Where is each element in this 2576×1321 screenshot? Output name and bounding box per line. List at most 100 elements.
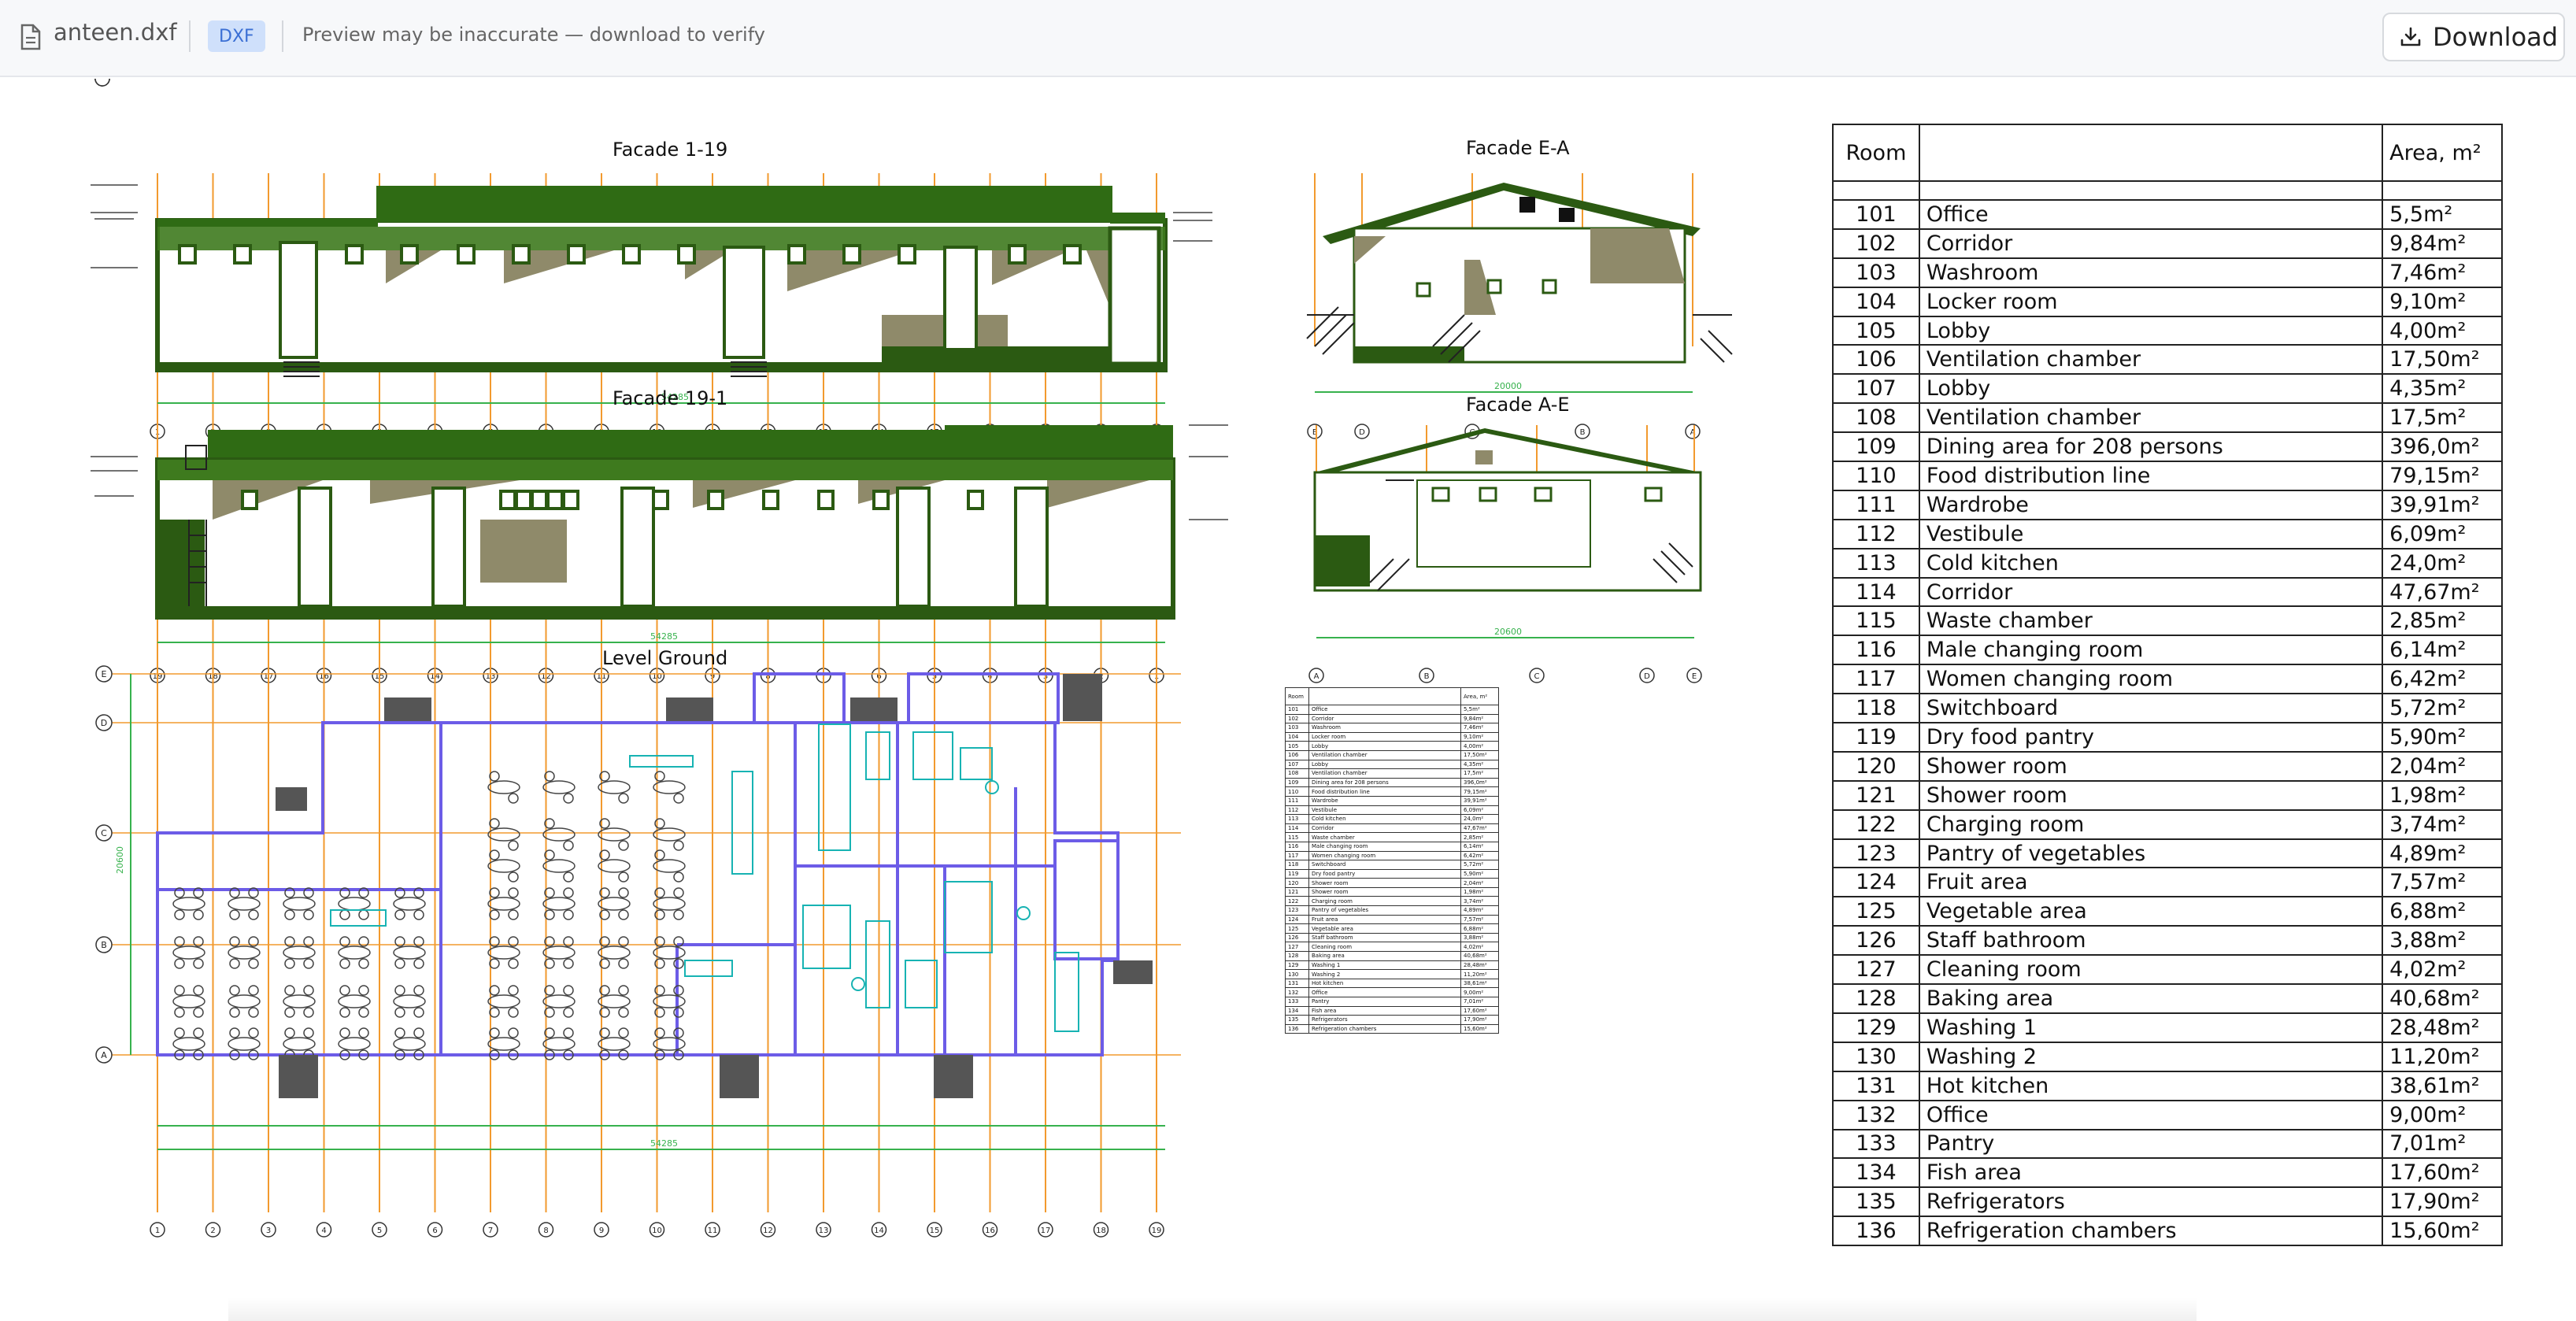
mini-num-cell: 122 [1285,896,1309,907]
plan-walls [156,672,1120,1056]
mini-table-row: 127 Cleaning room 4,02m² [1285,942,1499,953]
mini-area-cell: 9,10m² [1460,731,1499,742]
table-row: 122 Charging room 3,74m² [1832,809,2503,840]
room-name-cell: Shower room [1918,779,2384,811]
table-row: 105 Lobby 4,00m² [1832,315,2503,346]
toolbar-divider [189,20,191,52]
table-row: 101 Office 5,5m² [1832,199,2503,230]
grid-number: 4 [321,1227,326,1235]
mini-name-cell: Pantry of vegetables [1308,905,1461,916]
room-name-cell: Locker room [1918,286,2384,317]
download-button[interactable]: Download [2382,13,2565,61]
svg-text:54285: 54285 [650,631,678,642]
table-row: 131 Hot kitchen 38,61m² [1832,1070,2503,1101]
mini-name-cell: Washing 1 [1308,960,1461,971]
mini-name-cell: Baking area [1308,951,1461,961]
mini-header-area: Area, m² [1460,687,1499,705]
room-name-cell: Office [1918,199,2384,230]
grid-letter: C [1534,672,1540,681]
mini-table-row: 103 Washroom 7,46m² [1285,723,1499,733]
room-name-cell: Wardrobe [1918,489,2384,520]
header-room: Room [1832,124,1920,182]
room-area-cell: 396,0m² [2382,431,2503,463]
room-name-cell: Refrigerators [1918,1186,2384,1218]
mini-num-cell: 129 [1285,960,1309,971]
room-num-cell: 135 [1832,1186,1920,1218]
mini-name-cell: Corridor [1308,713,1461,724]
room-num-cell: 129 [1832,1012,1920,1043]
svg-text:54285: 54285 [650,1138,678,1149]
room-area-cell: 5,90m² [2382,722,2503,753]
room-area-cell: 9,10m² [2382,286,2503,317]
room-num-cell: 101 [1832,199,1920,230]
grid-letter: B [1424,672,1430,681]
grid-number: 5 [377,1227,382,1235]
svg-text:20600: 20600 [1494,627,1522,637]
grid-letter: E [1692,672,1697,681]
table-row: 134 Fish area 17,60m² [1832,1157,2503,1189]
table-row: 108 Ventilation chamber 17,5m² [1832,402,2503,434]
mini-name-cell: Women changing room [1308,850,1461,861]
room-area-table: Room Area, m² 101 Office 5,5m² 102 Corridor 9… [1832,124,2503,1247]
mini-area-cell: 28,48m² [1460,960,1499,971]
room-name-cell: Dining area for 208 persons [1918,431,2384,463]
mini-area-cell: 4,89m² [1460,905,1499,916]
mini-area-cell: 4,02m² [1460,942,1499,953]
mini-table-row: 134 Fish area 17,60m² [1285,1005,1499,1016]
room-area-cell: 40,68m² [2382,983,2503,1014]
mini-num-cell: 118 [1285,860,1309,870]
room-name-cell: Charging room [1918,809,2384,840]
mini-table-row: 120 Shower room 2,04m² [1285,878,1499,888]
room-area-cell: 5,5m² [2382,199,2503,230]
grid-number: 1 [155,1227,160,1235]
mini-area-cell: 9,00m² [1460,987,1499,997]
grid-number: 17 [1041,1227,1051,1235]
room-name-cell: Refrigeration chambers [1918,1216,2384,1247]
room-num-cell: 134 [1832,1157,1920,1189]
mini-name-cell: Dining area for 208 persons [1308,777,1461,788]
mini-table-row: 128 Baking area 40,68m² [1285,951,1499,961]
room-num-cell: 105 [1832,315,1920,346]
room-area-cell: 4,89m² [2382,838,2503,869]
room-name-cell: Ventilation chamber [1918,344,2384,376]
room-area-cell: 17,90m² [2382,1186,2503,1218]
grid-bubble [94,79,110,87]
mini-name-cell: Male changing room [1308,841,1461,852]
room-num-cell: 114 [1832,576,1920,608]
room-area-cell: 38,61m² [2382,1070,2503,1101]
mini-table-row: 126 Staff bathroom 3,88m² [1285,932,1499,943]
room-num-cell: 106 [1832,344,1920,376]
room-area-cell: 3,88m² [2382,925,2503,957]
room-area-cell: 47,67m² [2382,576,2503,608]
table-row: 128 Baking area 40,68m² [1832,983,2503,1014]
mini-name-cell: Office [1308,705,1461,715]
view-title-facade-1-19: Facade 1-19 [613,139,728,161]
mini-table-row: 116 Male changing room 6,14m² [1285,841,1499,852]
room-area-cell: 2,85m² [2382,605,2503,637]
grid-number: 3 [266,1227,271,1235]
room-area-cell: 9,84m² [2382,228,2503,259]
mini-num-cell: 113 [1285,814,1309,824]
room-num-cell: 112 [1832,518,1920,549]
mini-table-row: 131 Hot kitchen 38,61m² [1285,978,1499,989]
mini-name-cell: Locker room [1308,731,1461,742]
mini-num-cell: 105 [1285,741,1309,751]
mini-table-row: 109 Dining area for 208 persons 396,0m² [1285,777,1499,788]
mini-num-cell: 117 [1285,850,1309,861]
room-area-cell: 17,60m² [2382,1157,2503,1189]
room-num-cell: 124 [1832,867,1920,898]
room-area-cell: 4,00m² [2382,315,2503,346]
grid-number: 2 [210,1227,215,1235]
mini-table-row: 108 Ventilation chamber 17,5m² [1285,768,1499,779]
room-num-cell: 117 [1832,664,1920,695]
mini-name-cell: Office [1308,987,1461,997]
mini-table-row: 133 Pantry 7,01m² [1285,997,1499,1007]
grid-letter: C [101,828,107,838]
mini-table-row: 117 Women changing room 6,42m² [1285,850,1499,861]
view-title-facade-a-e: Facade A-E [1466,394,1570,416]
grid-letter: E [102,669,107,679]
mini-room-table: Room Area, m² 101 Office 5,5m² 102 Corridor 9… [1285,687,1499,1034]
dxf-canvas[interactable]: 54285 12345678910111213141516171819 [0,79,2576,1321]
mini-num-cell: 110 [1285,786,1309,797]
room-name-cell: Women changing room [1918,664,2384,695]
